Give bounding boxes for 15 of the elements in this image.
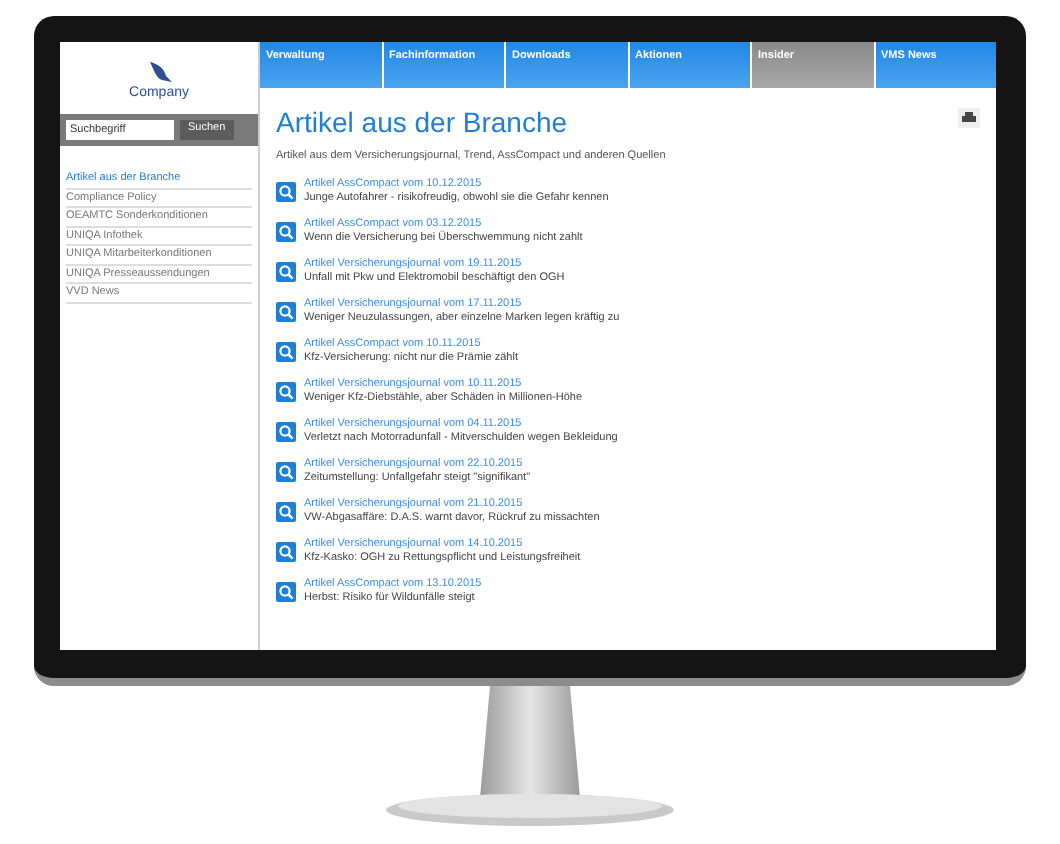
magnifier-icon bbox=[276, 222, 296, 243]
print-button[interactable] bbox=[958, 108, 980, 128]
magnifier-icon bbox=[276, 262, 296, 283]
magnifier-icon bbox=[276, 382, 296, 403]
magnifier-icon bbox=[276, 182, 296, 203]
magnifier-icon bbox=[276, 302, 296, 323]
magnifier-icon bbox=[276, 542, 296, 563]
magnifier-icon bbox=[276, 502, 296, 523]
magnifier-icon bbox=[276, 582, 296, 603]
magnifier-icon bbox=[276, 342, 296, 363]
printer-icon bbox=[962, 112, 976, 124]
magnifier-icon bbox=[276, 422, 296, 443]
magnifier-icon bbox=[276, 462, 296, 483]
bird-logo-icon bbox=[145, 57, 173, 85]
page-title: Artikel aus der Branche bbox=[276, 108, 568, 136]
